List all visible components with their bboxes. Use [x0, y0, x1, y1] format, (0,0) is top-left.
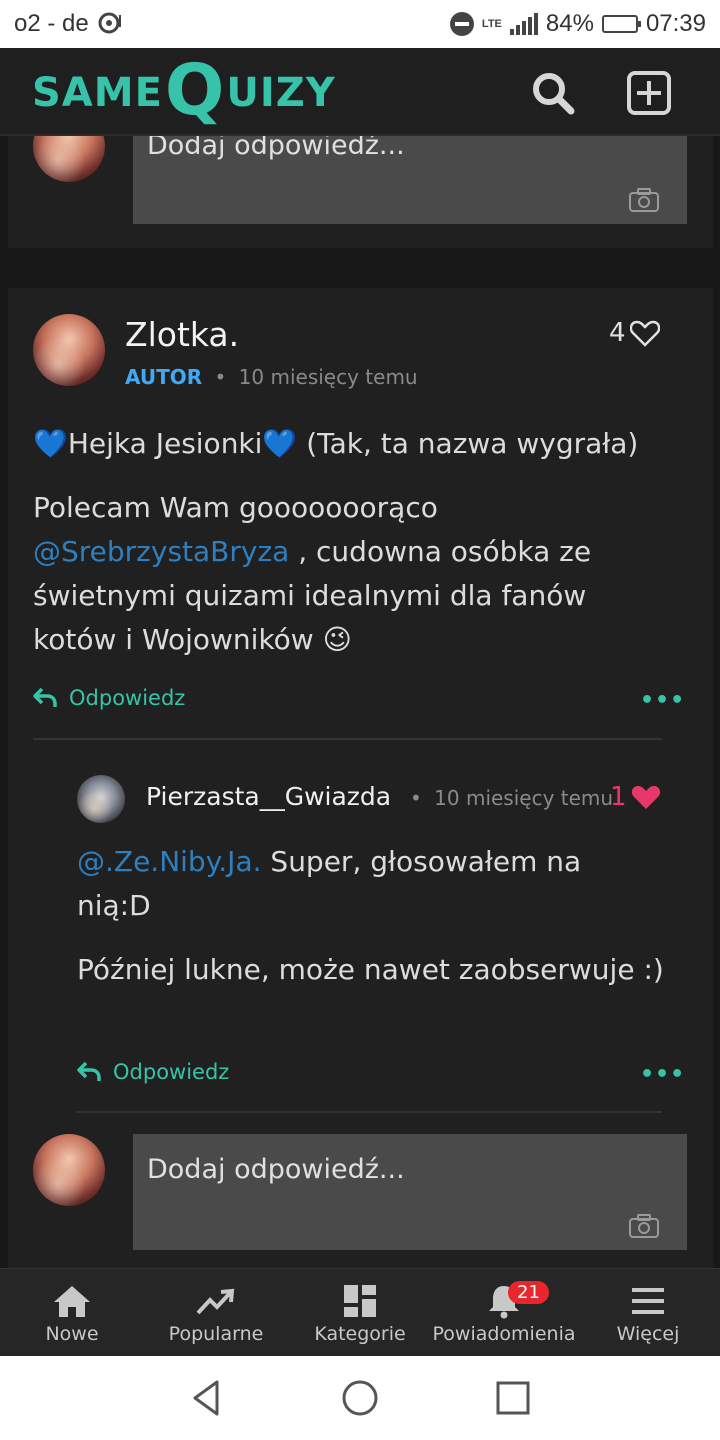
reply-more-options-icon[interactable]: ••• — [640, 1062, 685, 1087]
comment-paragraph-1: 💙Hejka Jesionki💙 (Tak, ta nazwa wygrała) — [33, 427, 639, 460]
reply-like-count: 1 — [610, 782, 627, 812]
reply-mention-link[interactable]: @.Ze.Niby.Ja. — [77, 845, 262, 878]
recents-icon[interactable] — [493, 1378, 533, 1418]
plus-square-icon[interactable] — [626, 70, 672, 116]
my-avatar[interactable] — [33, 1134, 105, 1206]
reply-arrow-icon — [77, 1061, 101, 1081]
samequizy-logo[interactable]: SAME Q UIZY — [32, 54, 336, 126]
author-badge: AUTOR — [125, 365, 203, 389]
back-icon[interactable] — [187, 1378, 227, 1418]
menu-icon — [632, 1288, 664, 1314]
divider — [33, 738, 662, 740]
status-bar: o2 - de LTE 84% 07:39 — [0, 0, 720, 48]
author-avatar[interactable] — [33, 314, 105, 386]
reply-time: 10 miesięcy temu — [434, 786, 614, 810]
app-header: SAME Q UIZY — [0, 48, 720, 136]
nav-item-powiadomienia[interactable]: 21 Powiadomienia — [432, 1269, 576, 1356]
location-icon — [98, 12, 121, 34]
bottom-navigation: Nowe Popularne Kategorie 21 Powiadomieni… — [0, 1268, 720, 1356]
notification-badge: 21 — [508, 1281, 549, 1304]
reply-author-name[interactable]: Pierzasta__Gwiazda — [146, 782, 391, 811]
battery-percent: 84% — [545, 10, 594, 37]
carrier-label: o2 - de — [14, 10, 89, 37]
home-icon — [54, 1286, 90, 1317]
nav-item-popularne[interactable]: Popularne — [144, 1269, 288, 1356]
reply-like-button[interactable]: 1 — [610, 782, 661, 812]
reply-reply-button[interactable]: Odpowiedz — [77, 1060, 229, 1084]
grid-icon — [344, 1285, 376, 1317]
reply-paragraph-1: @.Ze.Niby.Ja. Super, głosowałem na nią:D — [77, 845, 582, 922]
network-type: LTE — [481, 17, 502, 30]
mention-link[interactable]: @SrebrzystaBryza — [33, 535, 289, 568]
trending-icon — [196, 1288, 235, 1315]
reply-button[interactable]: Odpowiedz — [33, 686, 185, 710]
clock: 07:39 — [645, 10, 706, 37]
reply-author-avatar[interactable] — [77, 775, 125, 823]
more-options-icon[interactable]: ••• — [640, 688, 685, 713]
heart-outline-icon — [629, 320, 660, 347]
do-not-disturb-icon — [449, 12, 474, 36]
reply-meta: • 10 miesięcy temu — [410, 786, 614, 810]
like-button[interactable]: 4 — [609, 318, 660, 348]
camera-icon[interactable] — [629, 1214, 659, 1238]
battery-icon — [601, 15, 641, 33]
home-circle-icon[interactable] — [340, 1378, 380, 1418]
reply-input[interactable]: Dodaj odpowiedź... — [133, 126, 687, 224]
like-count: 4 — [609, 318, 626, 348]
nav-item-kategorie[interactable]: Kategorie — [288, 1269, 432, 1356]
camera-icon[interactable] — [629, 188, 659, 212]
comment-meta: AUTOR • 10 miesięcy temu — [125, 365, 418, 389]
nav-item-wiecej[interactable]: Więcej — [576, 1269, 720, 1356]
heart-filled-icon — [631, 786, 660, 809]
divider — [77, 1111, 662, 1113]
comment-paragraph-2: Polecam Wam gooooooorąco @SrebrzystaBryz… — [33, 491, 592, 656]
reply-paragraph-2: Później lukne, może nawet zaobserwuje :) — [77, 953, 664, 986]
search-icon[interactable] — [530, 70, 576, 116]
reply-input[interactable]: Dodaj odpowiedź... — [133, 1134, 687, 1250]
system-navigation-bar — [0, 1356, 720, 1440]
signal-icon — [509, 13, 538, 35]
author-name[interactable]: Zlotka. — [125, 315, 239, 354]
comment-time: 10 miesięcy temu — [238, 365, 418, 389]
reply-arrow-icon — [33, 687, 57, 707]
nav-item-nowe[interactable]: Nowe — [0, 1269, 144, 1356]
